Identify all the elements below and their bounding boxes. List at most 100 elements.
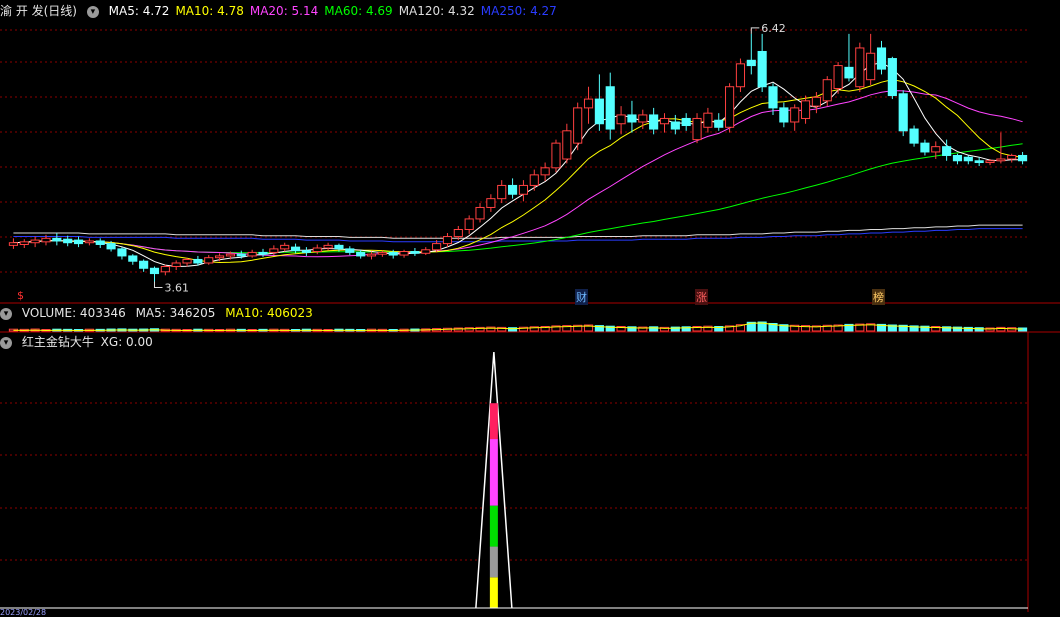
candle-body — [800, 100, 811, 119]
candle-body — [334, 244, 344, 250]
candle-body — [269, 248, 279, 253]
candle-body — [366, 253, 377, 257]
candle-body — [616, 114, 626, 125]
candle-body — [128, 255, 138, 262]
candle-body — [193, 258, 203, 264]
candle-body — [692, 117, 702, 141]
candle-body — [790, 107, 800, 123]
candle-body — [323, 244, 333, 249]
candle-body — [225, 253, 236, 257]
candle-body — [19, 241, 29, 245]
candle-body — [931, 146, 941, 153]
low-pointer — [153, 281, 163, 288]
candle-body — [714, 119, 724, 128]
candle-body — [388, 251, 398, 256]
candle-body — [855, 47, 865, 88]
event-marker[interactable]: 榜 — [872, 289, 885, 305]
candle-body — [486, 198, 496, 208]
candle-body — [301, 250, 311, 253]
candle-body — [356, 251, 366, 257]
candle-body — [432, 243, 442, 251]
candle-body — [583, 98, 594, 109]
candle-body — [605, 86, 615, 130]
ma60-line — [13, 143, 1023, 254]
candle-body — [204, 257, 214, 264]
ma20-line — [13, 90, 1023, 258]
candle-body — [290, 246, 301, 252]
candle-body — [106, 243, 116, 250]
ma5-line — [13, 62, 1023, 268]
event-marker[interactable]: $ — [16, 289, 25, 302]
candle-body — [171, 262, 181, 268]
candle-body — [898, 93, 908, 132]
candle-body — [725, 86, 735, 128]
event-marker[interactable]: 财 — [575, 289, 588, 305]
candle-body — [866, 52, 876, 81]
candle-body — [518, 184, 528, 195]
candle-body — [811, 96, 821, 107]
signal-band — [489, 546, 498, 578]
candle-body — [182, 258, 192, 264]
candle-body — [844, 66, 854, 79]
candle-body — [52, 237, 62, 242]
candle-body — [41, 237, 51, 243]
candle-body — [779, 107, 789, 123]
candle-body — [345, 248, 355, 253]
candle-body — [573, 107, 583, 144]
candle-body — [952, 154, 963, 162]
candle-body — [215, 255, 225, 259]
high-price-label: 6.42 — [761, 22, 786, 35]
event-marker[interactable]: 涨 — [695, 289, 708, 305]
candle-body — [84, 240, 94, 244]
candle-body — [377, 251, 387, 255]
candle-body — [627, 114, 637, 123]
candle-body — [117, 248, 127, 257]
candle-body — [909, 128, 919, 144]
candle-body — [681, 117, 691, 127]
low-price-label: 3.61 — [164, 281, 189, 294]
candle-body — [562, 130, 572, 160]
candle-body — [942, 146, 952, 156]
candle-body — [312, 247, 322, 253]
candle-body — [540, 167, 550, 176]
candle-body — [247, 251, 257, 257]
candle-body — [95, 240, 105, 245]
candle-body — [464, 218, 474, 231]
candle-body — [63, 238, 73, 244]
candle-body — [833, 65, 843, 90]
candle-body — [735, 63, 746, 88]
candle-body — [887, 58, 897, 97]
candle-body — [30, 239, 40, 244]
candle-body — [442, 236, 453, 245]
stock-chart[interactable]: 6.42 3.61 — [0, 0, 1060, 617]
candle-body — [670, 121, 680, 130]
candle-body — [8, 242, 18, 246]
candle-body — [996, 158, 1006, 162]
candle-body — [160, 266, 170, 273]
candle-body — [236, 253, 246, 257]
candle-body — [475, 206, 485, 220]
signal-band — [489, 505, 498, 547]
candle-body — [963, 156, 973, 162]
signal-band — [489, 439, 498, 506]
candle-body — [280, 244, 290, 250]
candle-body — [822, 79, 832, 102]
candle-body — [399, 251, 409, 256]
candle-body — [497, 184, 507, 200]
candle-body — [421, 249, 431, 254]
candle-body — [638, 114, 648, 123]
candle-body — [659, 117, 670, 125]
candle-body — [757, 50, 767, 88]
candle-body — [1018, 154, 1028, 162]
candle-body — [768, 86, 778, 109]
candle-body — [529, 174, 539, 186]
signal-band — [489, 403, 498, 440]
candle-body — [73, 239, 84, 245]
candle-body — [149, 267, 160, 275]
candle-body — [258, 251, 268, 255]
high-pointer — [750, 27, 760, 34]
candle-body — [876, 47, 887, 70]
candle-body — [746, 59, 756, 67]
candle-body — [920, 142, 930, 153]
candle-body — [551, 142, 561, 169]
